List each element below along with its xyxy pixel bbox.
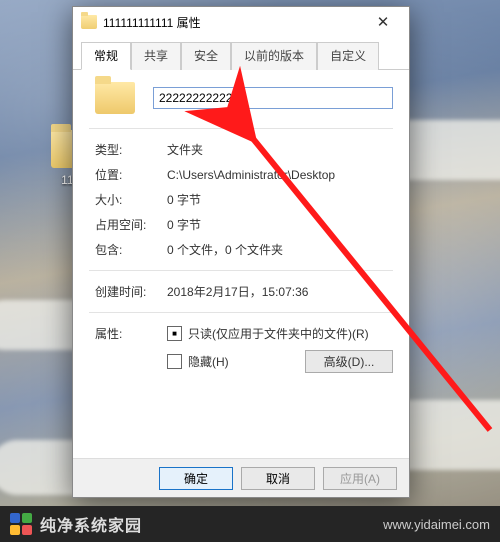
tab-general[interactable]: 常规 <box>81 42 131 70</box>
tab-strip: 常规 共享 安全 以前的版本 自定义 <box>73 37 409 70</box>
label-disk: 占用空间: <box>95 216 167 233</box>
label-attributes: 属性: <box>95 325 167 342</box>
tab-customize[interactable]: 自定义 <box>317 42 379 70</box>
label-contains: 包含: <box>95 241 167 258</box>
value-disk: 0 字节 <box>167 216 393 233</box>
tab-content: 类型: 文件夹 位置: C:\Users\Administrator\Deskt… <box>73 70 409 458</box>
value-location: C:\Users\Administrator\Desktop <box>167 166 393 183</box>
row-size: 大小: 0 字节 <box>89 187 393 212</box>
close-button[interactable]: ✕ <box>363 10 403 34</box>
properties-dialog: 111111111111 属性 ✕ 常规 共享 安全 以前的版本 自定义 类型:… <box>72 6 410 498</box>
row-size-on-disk: 占用空间: 0 字节 <box>89 212 393 237</box>
readonly-label: 只读(仅应用于文件夹中的文件)(R) <box>188 325 369 342</box>
value-size: 0 字节 <box>167 191 393 208</box>
tab-previous[interactable]: 以前的版本 <box>231 42 317 70</box>
watermark-footer: 纯净系统家园 www.yidaimei.com <box>0 506 500 542</box>
value-created: 2018年2月17日，15:07:36 <box>167 283 393 300</box>
row-created: 创建时间: 2018年2月17日，15:07:36 <box>89 279 393 304</box>
close-icon: ✕ <box>377 13 390 31</box>
row-contains: 包含: 0 个文件，0 个文件夹 <box>89 237 393 262</box>
label-location: 位置: <box>95 166 167 183</box>
row-type: 类型: 文件夹 <box>89 137 393 162</box>
folder-icon <box>95 82 135 114</box>
row-attributes: 属性: 只读(仅应用于文件夹中的文件)(R) 隐藏(H) 高级(D)... <box>89 321 393 377</box>
titlebar: 111111111111 属性 ✕ <box>73 7 409 37</box>
hidden-label: 隐藏(H) <box>188 353 229 370</box>
row-location: 位置: C:\Users\Administrator\Desktop <box>89 162 393 187</box>
cancel-button[interactable]: 取消 <box>241 467 315 490</box>
apply-button[interactable]: 应用(A) <box>323 467 397 490</box>
readonly-checkbox[interactable] <box>167 326 182 341</box>
tab-sharing[interactable]: 共享 <box>131 42 181 70</box>
brand-logo-icon <box>10 513 32 535</box>
hidden-checkbox[interactable] <box>167 354 182 369</box>
folder-name-input[interactable] <box>153 87 393 109</box>
window-title: 111111111111 属性 <box>103 14 363 31</box>
dialog-button-bar: 确定 取消 应用(A) <box>73 458 409 497</box>
desktop-background: 11111 111111111111 属性 ✕ 常规 共享 安全 以前的版本 自… <box>0 0 500 542</box>
label-type: 类型: <box>95 141 167 158</box>
brand-text: 纯净系统家园 <box>40 512 142 536</box>
value-type: 文件夹 <box>167 141 393 158</box>
tab-security[interactable]: 安全 <box>181 42 231 70</box>
ok-button[interactable]: 确定 <box>159 467 233 490</box>
label-size: 大小: <box>95 191 167 208</box>
folder-icon <box>81 15 97 29</box>
label-created: 创建时间: <box>95 283 167 300</box>
brand-url: www.yidaimei.com <box>383 517 490 532</box>
advanced-button[interactable]: 高级(D)... <box>305 350 393 373</box>
value-contains: 0 个文件，0 个文件夹 <box>167 241 393 258</box>
